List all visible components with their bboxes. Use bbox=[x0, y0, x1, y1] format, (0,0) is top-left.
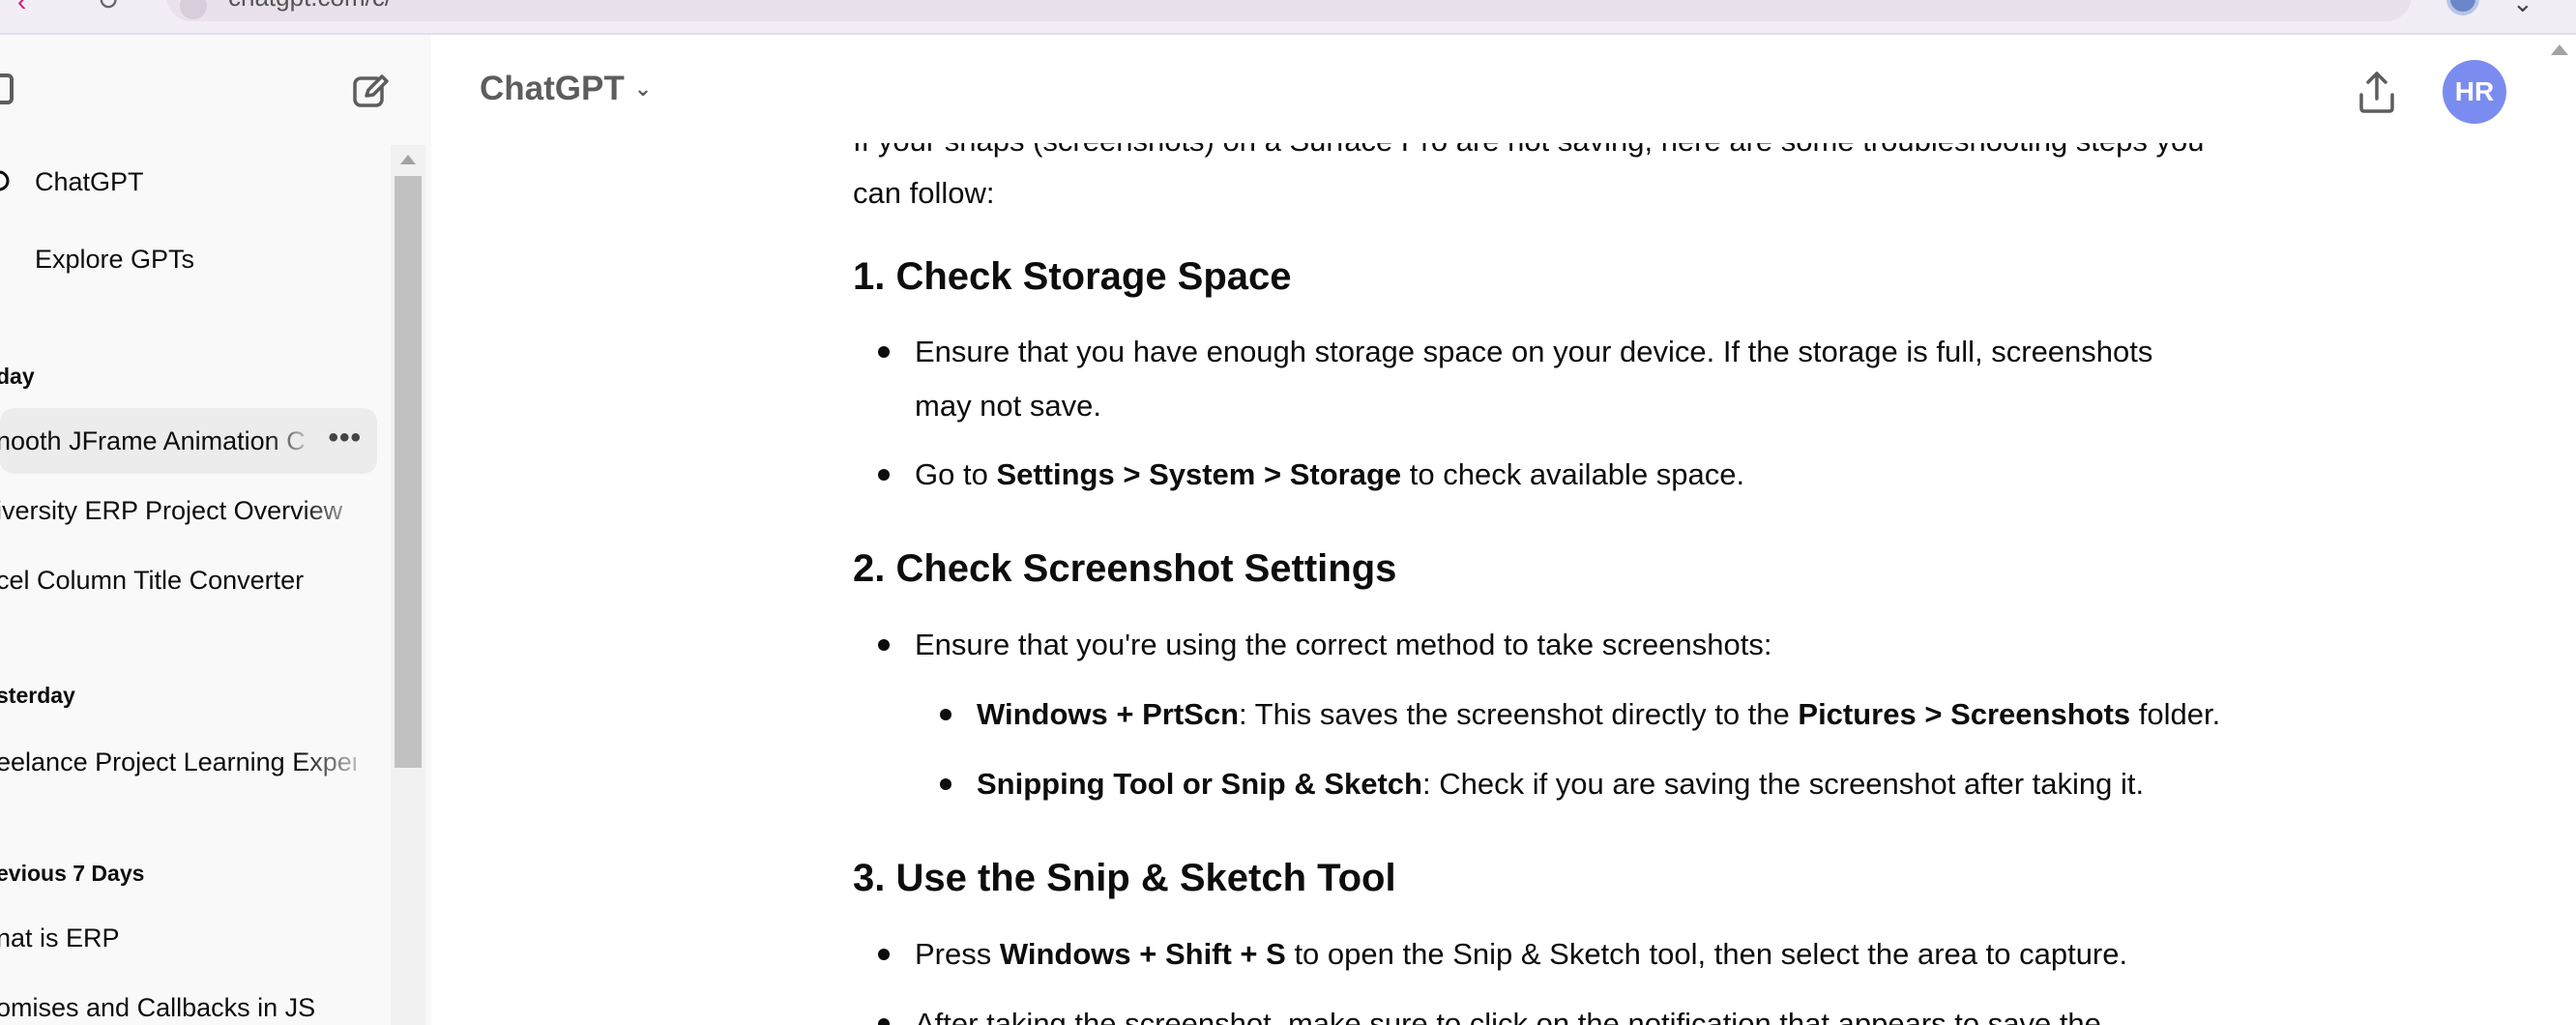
intro-line-2: can follow: bbox=[853, 176, 995, 210]
bullet-icon bbox=[940, 778, 951, 790]
more-options-icon[interactable]: ••• bbox=[328, 422, 362, 454]
history-item[interactable]: cel Column Title Converter bbox=[0, 547, 377, 613]
fade-overlay bbox=[300, 729, 377, 795]
assistant-message: If your snaps (screenshots) on a Surface… bbox=[853, 112, 2226, 1025]
scroll-up-icon[interactable] bbox=[400, 155, 416, 164]
sidebar-item-chatgpt[interactable]: ChatGPT bbox=[0, 147, 367, 217]
list-item: Press Windows + Shift + S to open the Sn… bbox=[878, 927, 2128, 981]
bullet-icon bbox=[878, 346, 890, 358]
list-item: Snipping Tool or Snip & Sketch: Check if… bbox=[940, 757, 2145, 811]
history-item-label: cel Column Title Converter bbox=[0, 565, 305, 595]
bold-run: Screenshots bbox=[1950, 697, 2131, 731]
site-info-icon[interactable] bbox=[180, 0, 207, 19]
address-bar[interactable]: chatgpt.com/c/ ✕ bbox=[166, 0, 2412, 21]
bold-run: > bbox=[1114, 457, 1150, 491]
reload-icon[interactable]: ↻ bbox=[97, 0, 119, 16]
list-item: Ensure that you're using the correct met… bbox=[878, 618, 1772, 672]
bold-run: Pictures bbox=[1798, 697, 1917, 731]
new-chat-icon[interactable] bbox=[350, 70, 393, 112]
section-heading: 3. Use the Snip & Sketch Tool bbox=[853, 857, 1396, 899]
scroll-up-icon[interactable] bbox=[2551, 44, 2568, 55]
text-run: folder. bbox=[2130, 697, 2221, 731]
bullet-icon bbox=[878, 469, 890, 481]
bold-run: Windows + Shift + S bbox=[999, 937, 1286, 971]
fade-overlay bbox=[267, 408, 315, 474]
history-item-label: omises and Callbacks in JS bbox=[0, 992, 316, 1022]
section-label-previous-7-days: evious 7 Days bbox=[0, 861, 145, 886]
text-run: to check available space. bbox=[1401, 457, 1745, 491]
close-icon[interactable]: ✕ bbox=[2353, 0, 2377, 7]
model-name: ChatGPT bbox=[480, 70, 625, 107]
chevron-down-icon: ⌄ bbox=[633, 76, 653, 101]
list-item: Ensure that you have enough storage spac… bbox=[878, 325, 2153, 379]
history-item[interactable]: iversity ERP Project Overview bbox=[0, 478, 377, 543]
section-heading: 1. Check Storage Space bbox=[853, 255, 1292, 298]
sidebar-item-label: ChatGPT bbox=[35, 166, 144, 196]
text-run: Press bbox=[915, 937, 1000, 971]
list-item: Windows + PrtScn: This saves the screens… bbox=[940, 688, 2221, 742]
section-label-yesterday: sterday bbox=[0, 683, 75, 708]
list-item-text: Ensure that you're using the correct met… bbox=[915, 628, 1772, 661]
history-item[interactable]: omises and Callbacks in JS bbox=[0, 975, 377, 1025]
text-run: Go to bbox=[915, 457, 997, 491]
bullet-icon bbox=[878, 639, 890, 651]
section-heading: 2. Check Screenshot Settings bbox=[853, 547, 1397, 590]
text-run: to open the Snip & Sketch tool, then sel… bbox=[1285, 937, 2128, 971]
back-icon[interactable]: ‹ bbox=[17, 0, 26, 17]
bullet-icon bbox=[878, 949, 890, 960]
list-item-text: After taking the screenshot, make sure t… bbox=[915, 1007, 2101, 1025]
sidebar: ChatGPT Explore GPTs day nooth JFrame An… bbox=[0, 35, 431, 1025]
list-item-text: Ensure that you have enough storage spac… bbox=[915, 335, 2153, 368]
bold-run: > bbox=[1255, 457, 1290, 491]
chevron-down-icon[interactable]: ⌄ bbox=[2512, 0, 2533, 18]
sidebar-scrollbar[interactable] bbox=[391, 145, 425, 1025]
scrollbar-thumb[interactable] bbox=[395, 176, 422, 768]
bold-run: > bbox=[1916, 697, 1951, 731]
bold-run: Settings bbox=[996, 457, 1115, 491]
browser-toolbar: ‹ ↻ chatgpt.com/c/ ✕ ⌄ bbox=[0, 0, 2576, 35]
history-item[interactable]: eelance Project Learning Exper bbox=[0, 729, 377, 795]
text-run: : Check if you are saving the screenshot… bbox=[1421, 767, 2145, 801]
sidebar-item-label: Explore GPTs bbox=[35, 244, 195, 274]
bold-run: Storage bbox=[1289, 457, 1402, 491]
list-item-continuation: may not save. bbox=[915, 389, 1101, 423]
list-item: After taking the screenshot, make sure t… bbox=[878, 997, 2101, 1025]
bold-run: Snipping Tool or Snip & Sketch bbox=[977, 767, 1422, 801]
sidebar-item-explore-gpts[interactable]: Explore GPTs bbox=[0, 224, 367, 294]
openai-logo-icon bbox=[0, 170, 10, 191]
history-item-label: nat is ERP bbox=[0, 922, 120, 952]
section-label-today: day bbox=[0, 364, 35, 389]
bold-run: System bbox=[1149, 457, 1256, 491]
avatar[interactable]: HR bbox=[2443, 60, 2506, 124]
text-run: : This saves the screenshot directly to … bbox=[1239, 697, 1799, 731]
browser-profile-icon[interactable] bbox=[2446, 0, 2479, 15]
bullet-icon bbox=[940, 709, 951, 720]
header-overlap bbox=[853, 112, 2226, 143]
model-selector[interactable]: ChatGPT ⌄ bbox=[480, 70, 652, 108]
sidebar-top-bar bbox=[0, 35, 431, 147]
share-icon[interactable] bbox=[2350, 66, 2404, 120]
grid-icon bbox=[0, 246, 12, 271]
address-url[interactable]: chatgpt.com/c/ bbox=[228, 0, 392, 12]
history-item-active[interactable]: nooth JFrame Animation C ••• bbox=[0, 408, 377, 474]
bold-run: Windows + PrtScn bbox=[977, 697, 1240, 731]
sidebar-toggle-icon[interactable] bbox=[0, 73, 14, 104]
list-item: Go to Settings > System > Storage to che… bbox=[878, 448, 1745, 502]
fade-overlay bbox=[300, 478, 377, 543]
history-item[interactable]: nat is ERP bbox=[0, 905, 377, 971]
bullet-icon bbox=[878, 1018, 890, 1025]
